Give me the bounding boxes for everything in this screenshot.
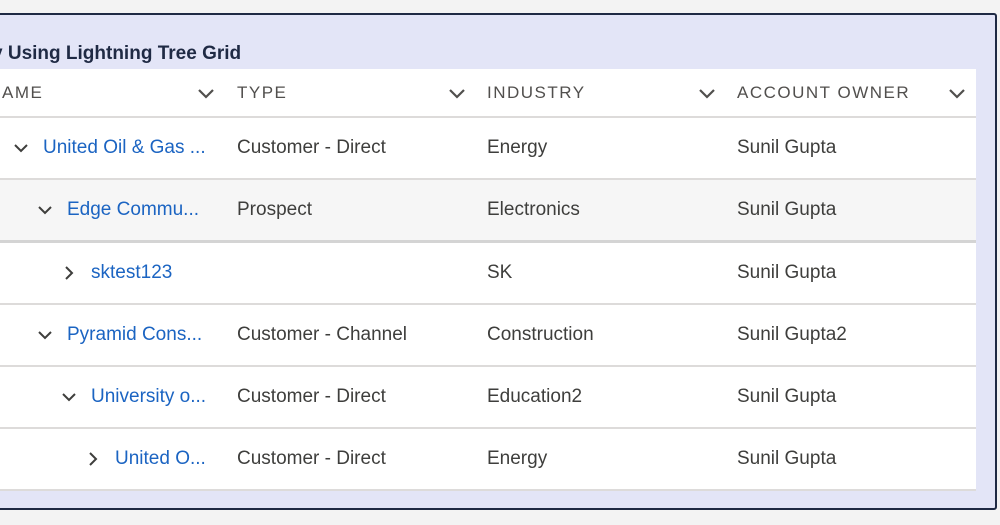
chevron-right-icon[interactable] [60, 264, 78, 282]
owner-cell: Sunil Gupta [737, 137, 837, 158]
name-cell: sktest123 [0, 243, 222, 303]
card-title: y Using Lightning Tree Grid [0, 43, 242, 64]
column-header-account-owner[interactable]: ACCOUNT OWNER [737, 69, 910, 116]
account-name-link[interactable]: sktest123 [91, 243, 217, 303]
owner-cell: Sunil Gupta [737, 262, 837, 283]
type-cell: Customer - Direct [237, 386, 386, 407]
column-header-industry[interactable]: INDUSTRY [487, 69, 586, 116]
industry-cell: Electronics [487, 199, 580, 220]
column-header-name[interactable]: AME [2, 69, 43, 116]
name-cell: University o... [0, 367, 222, 427]
name-cell: Edge Commu... [0, 180, 222, 241]
type-cell: Prospect [237, 199, 312, 220]
table-row[interactable]: Pyramid Cons... Customer - Channel Const… [0, 305, 976, 367]
table-row[interactable]: United O... Customer - Direct Energy Sun… [0, 429, 976, 491]
industry-cell: Education2 [487, 386, 583, 407]
owner-cell: Sunil Gupta [737, 386, 837, 407]
column-header-type[interactable]: TYPE [237, 69, 287, 116]
table-row[interactable]: United Oil & Gas ... Customer - Direct E… [0, 118, 976, 180]
header-row: AME TYPE INDUSTRY ACCOUNT OWNER [0, 69, 976, 118]
account-name-link[interactable]: United Oil & Gas ... [43, 118, 218, 178]
type-cell: Customer - Direct [237, 448, 386, 469]
owner-cell: Sunil Gupta [737, 448, 837, 469]
industry-cell: Energy [487, 137, 548, 158]
name-cell: United O... [0, 429, 222, 489]
account-name-link[interactable]: University o... [91, 367, 217, 427]
owner-cell: Sunil Gupta [737, 199, 837, 220]
chevron-down-icon[interactable] [36, 326, 54, 344]
industry-cell: Energy [487, 448, 548, 469]
chevron-down-icon[interactable] [12, 139, 30, 157]
chevron-down-icon[interactable] [60, 388, 78, 406]
account-name-link[interactable]: Edge Commu... [67, 180, 217, 240]
name-cell: United Oil & Gas ... [0, 118, 222, 178]
type-cell: Customer - Channel [237, 324, 408, 345]
owner-cell: Sunil Gupta2 [737, 324, 847, 345]
industry-cell: Construction [487, 324, 594, 345]
type-cell: Customer - Direct [237, 137, 386, 158]
account-name-link[interactable]: United O... [115, 429, 217, 489]
chevron-down-icon[interactable] [446, 82, 468, 104]
industry-cell: SK [487, 262, 513, 283]
table-row[interactable]: sktest123 SK Sunil Gupta [0, 243, 976, 305]
table-row[interactable]: Edge Commu... Prospect Electronics Sunil… [0, 180, 976, 243]
name-cell: Pyramid Cons... [0, 305, 222, 365]
chevron-down-icon[interactable] [946, 82, 968, 104]
account-name-link[interactable]: Pyramid Cons... [67, 305, 217, 365]
chevron-down-icon[interactable] [36, 201, 54, 219]
table-row[interactable]: University o... Customer - Direct Educat… [0, 367, 976, 429]
chevron-down-icon[interactable] [195, 82, 217, 104]
type-cell [237, 243, 467, 303]
tree-grid-card: y Using Lightning Tree Grid AME TYPE IND… [0, 13, 997, 510]
tree-grid: AME TYPE INDUSTRY ACCOUNT OWNER United O… [0, 69, 976, 491]
chevron-right-icon[interactable] [84, 450, 102, 468]
chevron-down-icon[interactable] [696, 82, 718, 104]
